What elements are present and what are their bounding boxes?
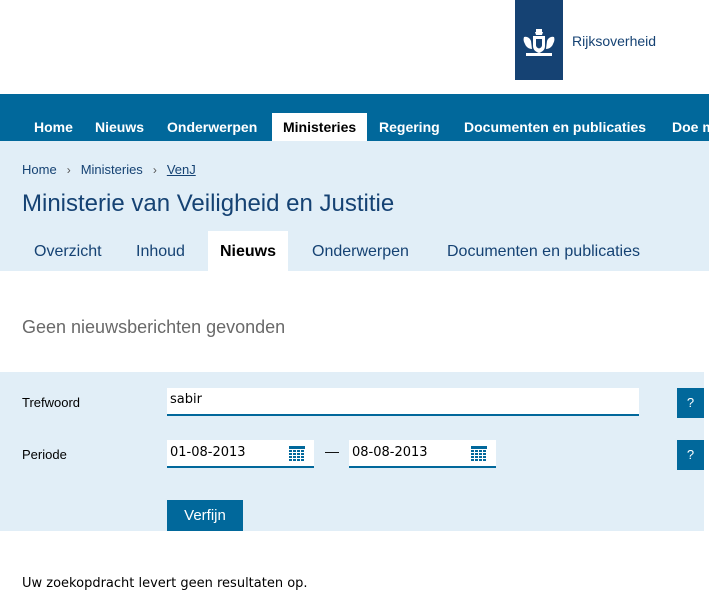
nav-item-ministeries[interactable]: Ministeries xyxy=(272,113,368,141)
nav-item-nieuws[interactable]: Nieuws xyxy=(84,113,155,141)
date-from-input[interactable]: 01-08-2013 xyxy=(167,440,314,468)
nav-item-regering[interactable]: Regering xyxy=(368,113,451,141)
nav-item-onderwerpen[interactable]: Onderwerpen xyxy=(156,113,268,141)
page-title: Ministerie van Veiligheid en Justitie xyxy=(22,190,395,217)
date-to-input[interactable]: 08-08-2013 xyxy=(349,440,496,468)
main-navigation: Home Nieuws Onderwerpen Ministeries Rege… xyxy=(0,94,709,141)
breadcrumb-separator: › xyxy=(66,162,71,177)
site-header: Rijksoverheid xyxy=(0,0,709,94)
nav-item-home[interactable]: Home xyxy=(23,113,84,141)
tab-inhoud[interactable]: Inhoud xyxy=(124,231,197,271)
date-to-value: 08-08-2013 xyxy=(352,445,428,460)
ministry-header: Home › Ministeries › VenJ Ministerie van Vei… xyxy=(0,141,709,271)
logo-text: Rijksoverheid xyxy=(572,33,657,49)
nav-item-documenten-en-publicaties[interactable]: Documenten en publicaties xyxy=(453,113,657,141)
ministry-tabs: Overzicht Inhoud Nieuws Onderwerpen Docu… xyxy=(0,231,709,271)
no-results-message: Uw zoekopdracht levert geen resultaten o… xyxy=(22,576,308,591)
breadcrumb-home[interactable]: Home xyxy=(22,162,57,177)
tab-onderwerpen[interactable]: Onderwerpen xyxy=(300,231,421,271)
verfijn-button[interactable]: Verfijn xyxy=(167,500,243,531)
date-from-value: 01-08-2013 xyxy=(170,445,246,460)
results-heading: Geen nieuwsberichten gevonden xyxy=(22,317,286,337)
period-label: Periode xyxy=(22,447,67,462)
tab-overzicht[interactable]: Overzicht xyxy=(22,231,114,271)
coat-of-arms-icon xyxy=(523,29,555,56)
date-range-separator: — xyxy=(325,443,339,459)
nav-item-doe-mee[interactable]: Doe m xyxy=(661,113,709,141)
keyword-label: Trefwoord xyxy=(22,395,81,410)
calendar-icon[interactable] xyxy=(471,446,487,461)
breadcrumb: Home › Ministeries › VenJ xyxy=(22,161,196,177)
rijksoverheid-logo[interactable] xyxy=(515,0,563,80)
keyword-help-button[interactable]: ? xyxy=(677,388,704,418)
calendar-icon[interactable] xyxy=(289,446,305,461)
tab-nieuws[interactable]: Nieuws xyxy=(208,231,289,271)
breadcrumb-venj[interactable]: VenJ xyxy=(167,162,196,177)
breadcrumb-separator: › xyxy=(152,162,157,177)
period-help-button[interactable]: ? xyxy=(677,440,704,470)
breadcrumb-ministeries[interactable]: Ministeries xyxy=(81,162,143,177)
keyword-input[interactable]: sabir xyxy=(167,388,639,416)
tab-documenten-en-publicaties[interactable]: Documenten en publicaties xyxy=(435,231,652,271)
